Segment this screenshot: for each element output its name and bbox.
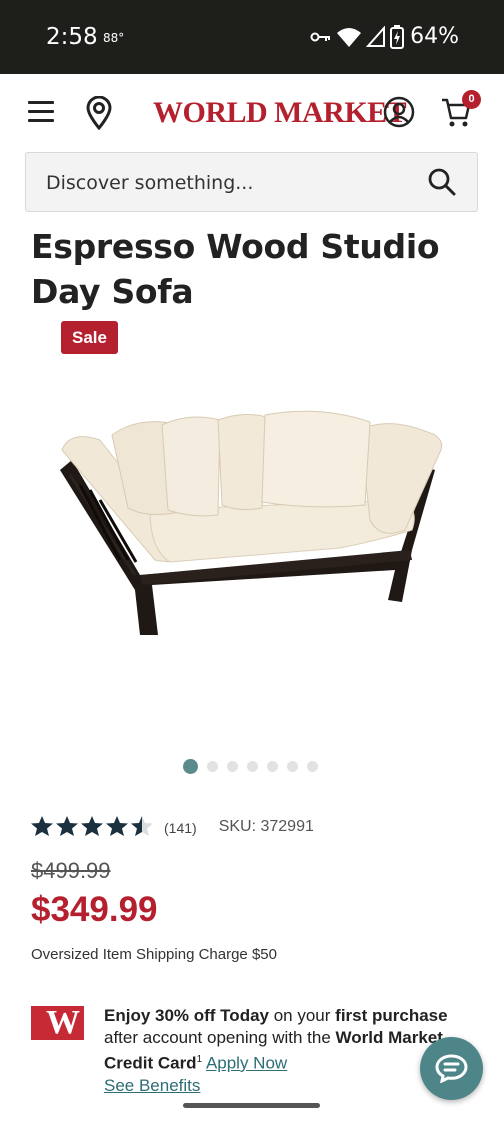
wifi-icon — [337, 27, 362, 47]
carousel-dot[interactable] — [247, 761, 258, 772]
star-icon — [106, 816, 128, 836]
status-time: 2:58 — [46, 24, 98, 50]
battery-charging-icon — [390, 24, 405, 49]
rating-row[interactable]: (141) SKU: 372991 — [30, 815, 314, 837]
status-bar: 2:58 88° 64% — [0, 0, 504, 74]
original-price: $499.99 — [31, 858, 111, 883]
sale-price: $349.99 — [31, 890, 158, 929]
vpn-key-icon — [310, 32, 331, 41]
shipping-note: Oversized Item Shipping Charge $50 — [31, 946, 277, 963]
search-input[interactable]: Discover something... — [46, 172, 253, 194]
search-bar[interactable]: Discover something... — [25, 152, 478, 212]
star-rating — [30, 815, 154, 837]
product-image[interactable] — [40, 390, 460, 650]
star-icon — [56, 816, 78, 836]
promo-text: on your — [269, 1006, 336, 1025]
credit-card-logo: W — [31, 1006, 84, 1040]
image-carousel-dots — [183, 759, 318, 774]
half-star-icon — [131, 816, 153, 836]
chat-button[interactable] — [420, 1037, 483, 1100]
star-icon — [31, 816, 53, 836]
location-pin-icon[interactable] — [86, 96, 112, 130]
carousel-dot[interactable] — [307, 761, 318, 772]
apply-now-link[interactable]: Apply Now — [206, 1054, 287, 1073]
review-count[interactable]: (141) — [164, 820, 197, 836]
promo-card: Credit Card — [104, 1053, 197, 1073]
carousel-dot[interactable] — [227, 761, 238, 772]
see-benefits-link[interactable]: See Benefits — [104, 1076, 200, 1096]
product-title: Espresso Wood Studio Day Sofa — [31, 227, 440, 311]
menu-icon[interactable] — [28, 101, 54, 123]
site-header: WORLD MARKET 0 — [0, 74, 504, 152]
star-icon — [81, 816, 103, 836]
promo-offer: Enjoy 30% off Today — [104, 1006, 269, 1025]
promo-footnote: 1 — [196, 1054, 203, 1065]
carousel-dot[interactable] — [183, 759, 198, 774]
account-icon[interactable] — [383, 96, 415, 128]
status-temperature: 88° — [103, 31, 125, 45]
promo-first-purchase: first purchase — [335, 1006, 448, 1025]
home-indicator[interactable] — [183, 1103, 320, 1108]
promo-text: after account opening with the — [104, 1028, 336, 1047]
world-market-logo[interactable]: WORLD MARKET — [153, 96, 407, 130]
promo-brand: World Market — [335, 1028, 443, 1047]
carousel-dot[interactable] — [207, 761, 218, 772]
sale-badge: Sale — [61, 321, 118, 354]
battery-percent: 64% — [410, 24, 459, 49]
status-icons: 64% — [310, 24, 459, 49]
search-icon[interactable] — [427, 167, 457, 197]
carousel-dot[interactable] — [287, 761, 298, 772]
cart-count-badge: 0 — [462, 90, 481, 109]
signal-icon — [366, 25, 386, 47]
chat-icon — [435, 1054, 468, 1083]
product-sku: SKU: 372991 — [218, 818, 314, 835]
carousel-dot[interactable] — [267, 761, 278, 772]
